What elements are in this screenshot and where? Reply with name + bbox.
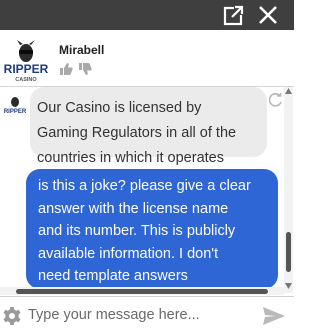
agent-name: Mirabell [59,43,105,57]
scroll-up-arrow-icon[interactable] [285,88,292,94]
user-message-bubble: is this a joke? please give a clear answ… [26,169,278,289]
popout-icon[interactable] [223,4,245,26]
svg-text:RIPPER: RIPPER [4,109,27,115]
message-input[interactable] [28,303,253,327]
message-line: Gaming Regulators in all of the [37,125,237,141]
message-composer [0,296,294,333]
chat-header: RIPPER CASINO Mirabell [0,30,294,87]
message-action-icon[interactable] [269,93,283,107]
casino-logo: RIPPER CASINO [4,40,49,83]
agent-avatar: RIPPER [4,97,27,115]
send-icon[interactable] [262,306,286,326]
vertical-scroll-thumb[interactable] [286,232,291,272]
agent-message-bubble: Our Casino is licensed by Gaming Regulat… [30,87,267,166]
svg-text:RIPPER: RIPPER [4,62,49,76]
message-list: RIPPER Our Casino is licensed by Gaming … [0,87,294,293]
thumbs-down-icon[interactable] [78,62,92,76]
message-line: answer with the license name [38,200,229,217]
message-line: available information. I don't [38,245,219,262]
message-line: Our Casino is licensed by [37,100,202,116]
message-line: and its number. This is publicly [38,223,236,239]
message-line: is this a joke? please give a clear [38,178,251,194]
scroll-down-arrow-icon[interactable] [285,283,292,289]
window-title-bar [0,0,294,30]
horizontal-scroll-thumb[interactable] [16,289,268,294]
message-line: need template answers [38,268,188,284]
gear-icon[interactable] [2,306,22,326]
svg-text:CASINO: CASINO [15,77,37,83]
message-line: countries in which it operates [37,150,224,166]
close-icon[interactable] [257,4,279,26]
thumbs-up-icon[interactable] [59,62,73,76]
